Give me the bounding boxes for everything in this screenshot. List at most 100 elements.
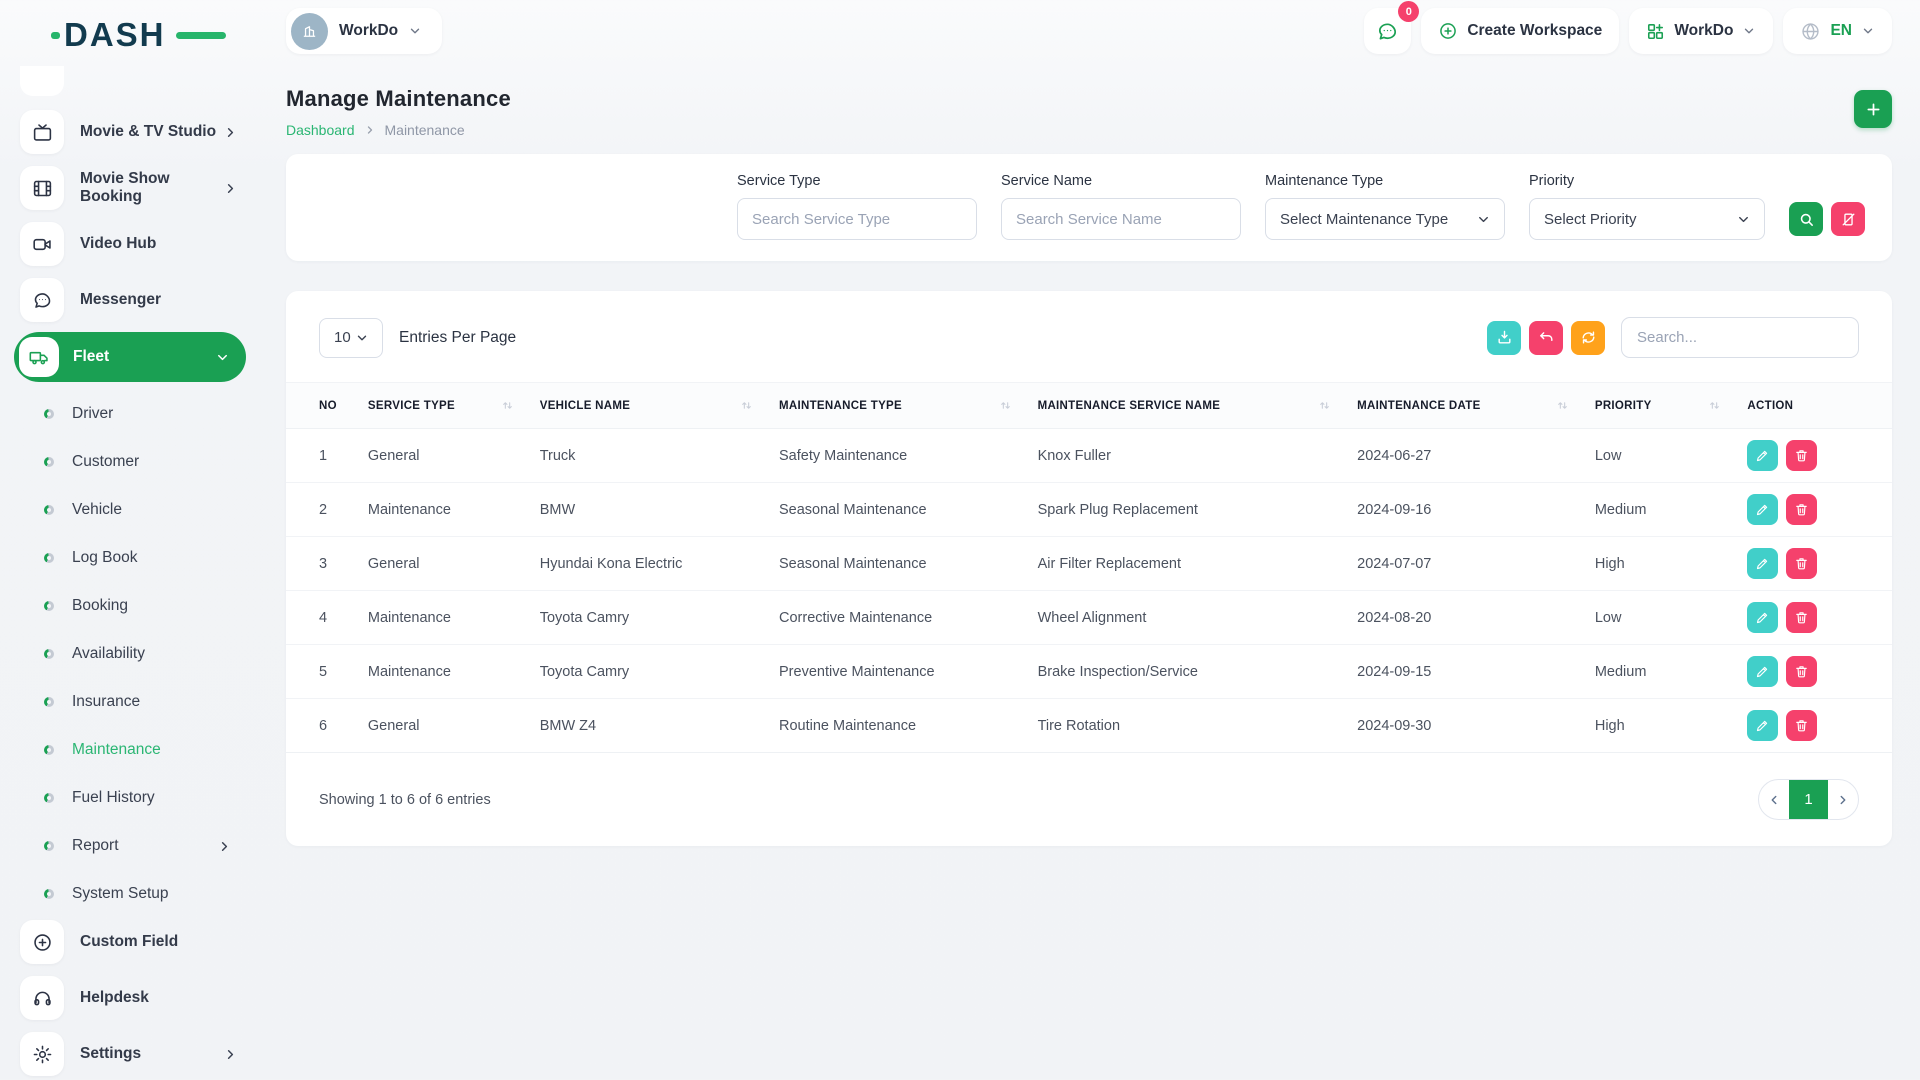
export-button[interactable] (1487, 321, 1521, 355)
cell-maintenance-service-name: Knox Fuller (1038, 429, 1358, 483)
sidebar: DASH Movie & TV Studio Movie Sho (0, 0, 258, 1080)
column-header-maintenance-date[interactable]: MAINTENANCE DATE (1357, 383, 1595, 429)
brand-logo[interactable]: DASH (64, 18, 204, 52)
priority-field: Priority Select Priority (1529, 173, 1765, 240)
sort-icon (999, 399, 1012, 412)
edit-button[interactable] (1747, 440, 1778, 471)
sidebar-item-booking[interactable]: Booking (20, 582, 244, 630)
pencil-icon (1755, 502, 1770, 517)
filter-search-button[interactable] (1789, 202, 1823, 236)
column-header-maintenance-type[interactable]: MAINTENANCE TYPE (779, 383, 1038, 429)
sidebar-item-report[interactable]: Report (20, 822, 244, 870)
sidebar-item-system-setup[interactable]: System Setup (20, 870, 244, 918)
column-header-no: NO (286, 383, 368, 429)
workdo-menu-button[interactable]: WorkDo (1629, 8, 1773, 54)
sidebar-item-label: Fleet (73, 348, 215, 366)
sidebar-item-label: Insurance (72, 693, 244, 711)
sidebar-item-messenger[interactable]: Messenger (20, 276, 244, 324)
edit-button[interactable] (1747, 494, 1778, 525)
sidebar-item-label: Customer (72, 453, 244, 471)
sidebar-item-maintenance[interactable]: Maintenance (20, 726, 244, 774)
sort-icon (501, 399, 514, 412)
reset-button[interactable] (1529, 321, 1563, 355)
table-controls: 10 Entries Per Page (286, 317, 1892, 358)
sidebar-item-label: Fuel History (72, 789, 244, 807)
table-search-input[interactable] (1621, 317, 1859, 358)
chevron-right-icon (223, 1047, 238, 1062)
cell-maintenance-type: Safety Maintenance (779, 429, 1038, 483)
sidebar-item-label: Vehicle (72, 501, 244, 519)
add-maintenance-button[interactable] (1854, 90, 1892, 128)
bullet-icon (44, 841, 54, 851)
sort-icon (1708, 399, 1721, 412)
sidebar-item-fleet[interactable]: Fleet (14, 332, 246, 382)
cell-service-type: General (368, 429, 540, 483)
sidebar-item-movie-show-booking[interactable]: Movie Show Booking (20, 164, 244, 212)
refresh-button[interactable] (1571, 321, 1605, 355)
sidebar-item-movie-tv-studio[interactable]: Movie & TV Studio (20, 108, 244, 156)
sidebar-item-helpdesk[interactable]: Helpdesk (20, 974, 244, 1022)
sidebar-item-video-hub[interactable]: Video Hub (20, 220, 244, 268)
chevron-down-icon (1476, 212, 1491, 227)
table-row: 3 General Hyundai Kona Electric Seasonal… (286, 537, 1892, 591)
sort-icon (1556, 399, 1569, 412)
delete-button[interactable] (1786, 440, 1817, 471)
sidebar-item-log-book[interactable]: Log Book (20, 534, 244, 582)
priority-select[interactable]: Select Priority (1529, 198, 1765, 240)
sidebar-item-driver[interactable]: Driver (20, 390, 244, 438)
edit-button[interactable] (1747, 656, 1778, 687)
sidebar-item-vehicle[interactable]: Vehicle (20, 486, 244, 534)
delete-button[interactable] (1786, 710, 1817, 741)
entries-per-page-select[interactable]: 10 (319, 318, 383, 358)
grid-plus-icon (1646, 22, 1665, 41)
table-footer: Showing 1 to 6 of 6 entries 1 (286, 753, 1892, 820)
sidebar-item-customer[interactable]: Customer (20, 438, 244, 486)
column-header-vehicle-name[interactable]: VEHICLE NAME (540, 383, 779, 429)
sidebar-item-label: Movie & TV Studio (80, 123, 223, 141)
sidebar-item-clipped[interactable] (20, 68, 244, 94)
workspace-selector[interactable]: WorkDo (286, 8, 442, 54)
sidebar-item-label: Video Hub (80, 235, 244, 253)
messages-button[interactable]: 0 (1364, 8, 1411, 54)
delete-button[interactable] (1786, 548, 1817, 579)
edit-button[interactable] (1747, 710, 1778, 741)
cell-service-type: Maintenance (368, 645, 540, 699)
chevron-down-icon (1742, 24, 1756, 38)
pagination-next-button[interactable] (1828, 779, 1858, 820)
delete-button[interactable] (1786, 494, 1817, 525)
sidebar-item-fuel-history[interactable]: Fuel History (20, 774, 244, 822)
delete-button[interactable] (1786, 656, 1817, 687)
tv-icon (20, 110, 64, 154)
cell-maintenance-date: 2024-09-15 (1357, 645, 1595, 699)
column-header-action: ACTION (1747, 383, 1892, 429)
pagination: 1 (1758, 779, 1859, 820)
sidebar-item-availability[interactable]: Availability (20, 630, 244, 678)
column-header-service-type[interactable]: SERVICE TYPE (368, 383, 540, 429)
sidebar-item-insurance[interactable]: Insurance (20, 678, 244, 726)
language-button[interactable]: EN (1783, 8, 1892, 54)
edit-button[interactable] (1747, 602, 1778, 633)
edit-button[interactable] (1747, 548, 1778, 579)
cell-maintenance-service-name: Wheel Alignment (1038, 591, 1358, 645)
delete-button[interactable] (1786, 602, 1817, 633)
cell-maintenance-service-name: Air Filter Replacement (1038, 537, 1358, 591)
plus-icon (1864, 100, 1883, 119)
column-header-priority[interactable]: PRIORITY (1595, 383, 1748, 429)
pagination-prev-button[interactable] (1759, 779, 1789, 820)
sidebar-item-label: Report (72, 837, 217, 855)
service-type-input[interactable] (737, 198, 977, 240)
sidebar-item-label: Helpdesk (80, 989, 244, 1007)
create-workspace-button[interactable]: Create Workspace (1421, 8, 1619, 54)
sidebar-item-settings[interactable]: Settings (20, 1030, 244, 1078)
breadcrumb-dashboard-link[interactable]: Dashboard (286, 122, 355, 138)
cell-no: 4 (286, 591, 368, 645)
column-header-maintenance-service-name[interactable]: MAINTENANCE SERVICE NAME (1038, 383, 1358, 429)
service-name-input[interactable] (1001, 198, 1241, 240)
pagination-page-1[interactable]: 1 (1789, 779, 1828, 820)
main-area: WorkDo 0 Create Workspace (258, 8, 1920, 846)
maintenance-type-select[interactable]: Select Maintenance Type (1265, 198, 1505, 240)
sidebar-item-custom-field[interactable]: Custom Field (20, 918, 244, 966)
filter-clear-button[interactable] (1831, 202, 1865, 236)
cell-priority: Low (1595, 591, 1748, 645)
cell-priority: High (1595, 537, 1748, 591)
